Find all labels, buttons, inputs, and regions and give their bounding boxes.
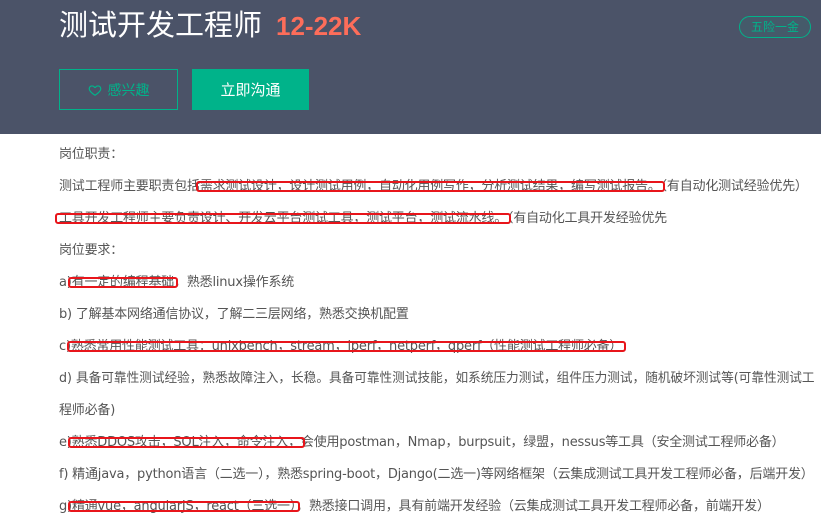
- heart-outline-icon: [88, 83, 102, 97]
- chat-now-button[interactable]: 立即沟通: [192, 69, 309, 110]
- requirements-heading: 岗位要求：: [59, 243, 124, 258]
- responsibility-1-prefix: 测试工程师主要职责包括: [59, 179, 200, 194]
- responsibility-1-highlight: 需求测试设计，设计测试用例，自动化用例写作，分析测试结果，编写测试报告。: [199, 179, 661, 194]
- job-description: 岗位职责： 测试工程师主要职责包括需求测试设计，设计测试用例，自动化用例写作，分…: [0, 134, 821, 528]
- requirement-d-continuation: 程师必备): [59, 403, 116, 418]
- interest-button[interactable]: 感兴趣: [59, 69, 178, 110]
- responsibilities-heading: 岗位职责：: [59, 147, 124, 162]
- requirement-a: a)有一定的编程基础，熟悉linux操作系统: [59, 267, 294, 299]
- responsibility-2-highlight: 工具开发工程师主要负责设计、开发云平台测试工具，测试平台，测试流水线。: [59, 211, 508, 226]
- requirement-g-suffix: ，熟悉接口调用，具有前端开发经验（云集成测试工具开发工程师必备，前端开发）: [296, 499, 770, 514]
- requirement-g-highlight: 精通vue，angularJS，react（三选一）: [71, 499, 297, 514]
- responsibility-line-2: 工具开发工程师主要负责设计、开发云平台测试工具，测试平台，测试流水线。（有自动化…: [59, 203, 667, 235]
- responsibility-2-suffix: （有自动化工具开发经验优先: [507, 211, 667, 226]
- requirement-d: d) 具备可靠性测试经验，熟悉故障注入，长稳。具备可靠性测试技能，如系统压力测试…: [59, 371, 815, 386]
- responsibility-line-1: 测试工程师主要职责包括需求测试设计，设计测试用例，自动化用例写作，分析测试结果，…: [59, 171, 808, 203]
- requirement-g: g)精通vue，angularJS，react（三选一），熟悉接口调用，具有前端…: [59, 491, 770, 523]
- salary: 12-22K: [276, 11, 362, 41]
- requirement-e: e)熟悉DDOS攻击，SQL注入，命令注入，会使用postman，Nmap，bu…: [59, 427, 785, 459]
- requirement-a-highlight: 有一定的编程基础: [71, 275, 175, 290]
- requirement-e-suffix: 会使用postman，Nmap，burpsuit，绿盟，nessus等工具（安全…: [300, 435, 785, 450]
- job-title: 测试开发工程师: [59, 8, 263, 42]
- requirement-f: f) 精通java，python语言（二选一），熟悉spring-boot，Dj…: [59, 467, 814, 482]
- responsibility-1-suffix: （有自动化测试经验优先）: [660, 179, 808, 194]
- requirement-a-suffix: ，熟悉linux操作系统: [174, 275, 295, 290]
- requirement-c: c)熟悉常用性能测试工具：unixbench，stream，iperf，netp…: [59, 331, 622, 363]
- requirement-c-highlight: 熟悉常用性能测试工具：unixbench，stream，iperf，netper…: [70, 339, 623, 354]
- requirement-b: b) 了解基本网络通信协议，了解二三层网络，熟悉交换机配置: [59, 307, 409, 322]
- benefit-badge: 五险一金: [739, 16, 811, 38]
- requirement-e-highlight: 熟悉DDOS攻击，SQL注入，命令注入，: [71, 435, 301, 450]
- interest-label: 感兴趣: [107, 82, 150, 99]
- job-header: 测试开发工程师 12-22K 五险一金 感兴趣 立即沟通: [0, 0, 821, 134]
